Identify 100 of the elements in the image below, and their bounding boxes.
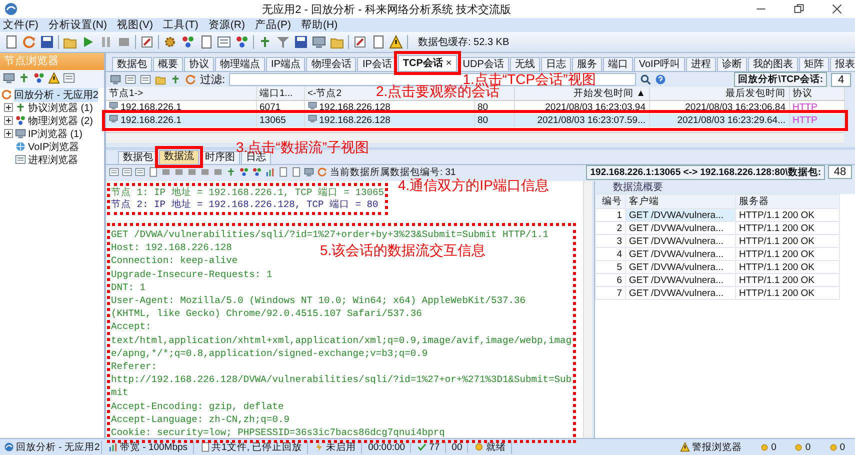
status-text: 就绪 <box>486 440 506 454</box>
tab[interactable]: 报表 <box>830 57 855 71</box>
vertical-scrollbar[interactable] <box>583 181 592 438</box>
tab[interactable]: VoIP呼叫 <box>634 57 686 71</box>
list-icon[interactable] <box>109 167 119 177</box>
tree-item[interactable]: 协议浏览器 (1) <box>28 100 93 114</box>
tab[interactable]: IP端点 <box>266 57 306 71</box>
menu-item[interactable]: 资源(R) <box>207 18 246 32</box>
edit-icon[interactable] <box>353 35 367 49</box>
document-icon[interactable] <box>148 167 158 177</box>
filter-input[interactable] <box>229 73 636 86</box>
tab[interactable]: 时序图 <box>200 151 240 164</box>
list-icon[interactable] <box>63 72 75 84</box>
menu-item[interactable]: 视图(V) <box>116 18 154 32</box>
gear-icon[interactable] <box>163 35 177 49</box>
tab[interactable]: 服务 <box>572 57 602 71</box>
table-cell: 192.168.226.1 <box>106 114 256 127</box>
nodes-icon[interactable] <box>33 72 45 84</box>
tab[interactable]: 协议 <box>184 57 214 71</box>
tab[interactable]: 概要 <box>153 57 183 71</box>
menu-item[interactable]: 帮助(H) <box>300 18 339 32</box>
table-row[interactable]: 5 GET /DVWA/vulnera... HTTP/1.1 200 OK <box>596 260 840 274</box>
list-icon[interactable] <box>125 74 136 85</box>
table-row[interactable]: 192.168.226.1 13065 192.168.226.128 80 2021/08/03 16:23:07.59... 2021/08/03 16:23:29.64... HTTP <box>106 114 844 127</box>
monitor-icon[interactable] <box>3 72 15 84</box>
nodes-icon[interactable] <box>239 167 249 177</box>
tab[interactable]: 端口 <box>602 57 633 71</box>
stream-text-line: (KHTML, like Gecko) Chrome/92.0.4515.107 Safari/537.36 <box>111 307 422 320</box>
alert-browser-label[interactable]: 警报浏览器 <box>692 440 742 454</box>
play-icon[interactable] <box>81 35 95 49</box>
list-icon[interactable] <box>122 167 132 177</box>
monitor-icon[interactable] <box>304 167 314 177</box>
tree-item[interactable]: 进程浏览器 <box>28 152 78 166</box>
tab[interactable]: 数据包 <box>118 151 158 164</box>
save-icon[interactable] <box>294 35 308 49</box>
menu-item[interactable]: 产品(P) <box>254 18 292 32</box>
tab[interactable]: 进程 <box>686 57 716 71</box>
folder-icon[interactable] <box>155 74 166 85</box>
warning-icon[interactable] <box>48 72 60 84</box>
list-icon[interactable] <box>217 35 231 49</box>
menu-item[interactable]: 工具(T) <box>162 18 200 32</box>
refresh-icon[interactable] <box>22 35 36 49</box>
help-icon[interactable] <box>655 74 666 85</box>
nodes-icon[interactable] <box>181 35 195 49</box>
tree-item[interactable]: IP浏览器 (1) <box>28 126 82 140</box>
nodes-icon[interactable] <box>252 167 262 177</box>
table-row[interactable]: 6 GET /DVWA/vulnera... HTTP/1.1 200 OK <box>596 274 840 286</box>
expand-toggle-icon[interactable] <box>4 103 13 112</box>
tree-item[interactable]: 回放分析 - 无应用2 <box>14 88 98 102</box>
edit-icon[interactable] <box>140 35 154 49</box>
tab[interactable]: 日志 <box>540 57 571 71</box>
tree-item[interactable]: 物理浏览器 (2) <box>28 114 93 128</box>
alert-count: 0 <box>771 442 776 452</box>
expand-toggle-icon[interactable] <box>4 129 13 138</box>
tab[interactable]: 数据流 <box>159 150 199 164</box>
close-icon[interactable] <box>831 3 843 15</box>
stream-text-line: User-Agent: Mozilla/5.0 (Windows NT 10.0; Win64; x64) AppleWebKit/537.36 <box>111 294 526 308</box>
column-header[interactable]: 节点1-> <box>109 88 143 99</box>
refresh-icon[interactable] <box>317 167 327 177</box>
tab[interactable]: 物理会话 <box>306 57 356 71</box>
restore-icon[interactable] <box>793 3 805 15</box>
table-row[interactable]: 4 GET /DVWA/vulnera... HTTP/1.1 200 OK <box>596 248 840 260</box>
monitor-icon[interactable] <box>312 35 326 49</box>
tab[interactable]: 诊断 <box>717 57 748 71</box>
menu-item[interactable]: 文件(F) <box>2 18 40 32</box>
panel-header: 节点浏览器 <box>0 53 104 70</box>
column-header[interactable]: <-节点2 <box>308 88 342 99</box>
tab[interactable]: 我的图表 <box>748 57 798 71</box>
list-icon[interactable] <box>135 167 145 177</box>
table-row[interactable]: 3 GET /DVWA/vulnera... HTTP/1.1 200 OK <box>596 234 840 248</box>
tab[interactable]: TCP会话 × <box>398 55 457 71</box>
tab[interactable]: 物理端点 <box>215 57 265 71</box>
tab[interactable]: IP会话 <box>357 57 397 71</box>
expand-toggle-icon[interactable] <box>4 116 13 125</box>
table-row[interactable]: 1 GET /DVWA/vulnera... HTTP/1.1 200 OK <box>596 208 840 222</box>
document-icon[interactable] <box>199 35 213 49</box>
chart-icon[interactable] <box>265 167 275 177</box>
tab-close-button[interactable]: × <box>446 56 452 71</box>
tab[interactable]: 无线 <box>510 57 540 71</box>
table-cell: HTTP <box>789 114 844 127</box>
tab[interactable]: 矩阵 <box>799 57 830 71</box>
document-icon[interactable] <box>371 35 385 49</box>
table-row[interactable]: 7 GET /DVWA/vulnera... HTTP/1.1 200 OK <box>596 286 840 300</box>
node-info-line: 节点 1: IP 地址 = 192.168.226.1, TCP 端口 = 13065 <box>111 187 384 199</box>
menu-item[interactable]: 分析设置(N) <box>47 18 108 32</box>
save-icon[interactable] <box>40 35 54 49</box>
table-cell: 2021/08/03 16:23:29.64... <box>649 114 789 127</box>
stop-icon[interactable] <box>117 35 131 49</box>
tree-item[interactable]: VoIP浏览器 <box>28 140 80 154</box>
nodes-icon[interactable] <box>235 35 249 49</box>
lightning-icon <box>314 442 324 452</box>
tab[interactable]: 数据包 <box>112 57 152 71</box>
warning-icon[interactable] <box>389 35 403 49</box>
refresh-icon[interactable] <box>185 74 196 85</box>
filter-icon[interactable] <box>276 35 290 49</box>
list-icon[interactable] <box>140 74 151 85</box>
search-icon[interactable] <box>640 74 652 85</box>
document-icon[interactable] <box>4 35 18 49</box>
monitor-icon[interactable] <box>110 74 121 85</box>
table-row[interactable]: 2 GET /DVWA/vulnera... HTTP/1.1 200 OK <box>596 222 840 234</box>
